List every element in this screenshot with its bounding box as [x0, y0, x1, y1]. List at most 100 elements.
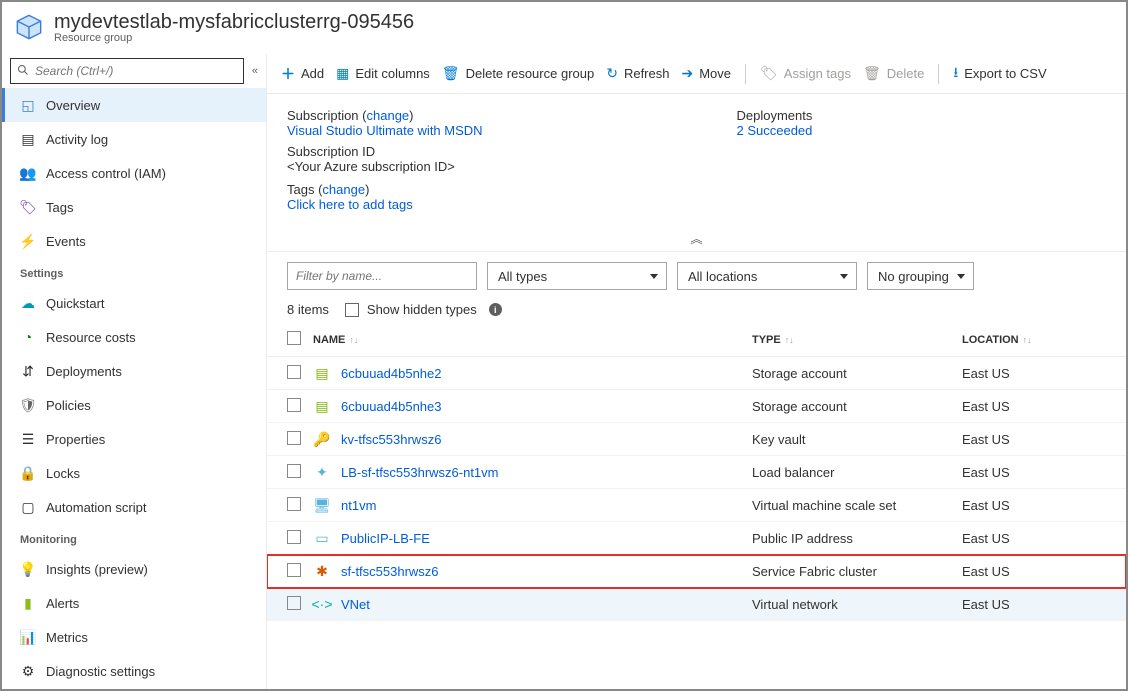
sidebar-item-label: Overview [46, 98, 100, 113]
resource-type: Storage account [746, 390, 956, 423]
col-type-header[interactable]: TYPE [752, 334, 781, 346]
select-all-checkbox[interactable] [287, 331, 301, 345]
table-row[interactable]: ✱sf-tfsc553hrwsz6Service Fabric clusterE… [267, 555, 1126, 588]
col-name-header[interactable]: NAME [313, 334, 345, 346]
table-row[interactable]: <·>VNetVirtual networkEast US [267, 588, 1126, 621]
log-icon: ▤ [20, 131, 36, 147]
add-tags-link[interactable]: Click here to add tags [287, 197, 413, 212]
cube-icon: ◱ [20, 97, 36, 113]
sidebar-collapse-button[interactable]: « [252, 65, 258, 77]
sidebar-section-header: Settings [2, 258, 266, 286]
item-count: 8 items [287, 302, 329, 317]
resource-link[interactable]: nt1vm [341, 498, 376, 513]
resource-location: East US [956, 357, 1126, 390]
assign-tags-button[interactable]: 🏷Assign tags [760, 65, 851, 82]
resource-link[interactable]: 6cbuuad4b5nhe3 [341, 399, 442, 414]
resource-type: Virtual network [746, 588, 956, 621]
sidebar-item-activity-log[interactable]: ▤ Activity log [2, 122, 266, 156]
table-row[interactable]: ▤6cbuuad4b5nhe2Storage accountEast US [267, 357, 1126, 390]
filter-locations-dropdown[interactable]: All locations [677, 262, 857, 290]
export-csv-button[interactable]: ⭳Export to CSV [953, 62, 1046, 86]
sidebar-item-automation-script[interactable]: ▢Automation script [2, 490, 266, 524]
table-row[interactable]: ▤ 6cbuuad4b5nhe3 Storage accountEast US [267, 390, 1126, 423]
sidebar-item-resource-costs[interactable]: ◔Resource costs [2, 320, 266, 354]
resource-link[interactable]: kv-tfsc553hrwsz6 [341, 432, 441, 447]
sidebar-item-quickstart[interactable]: ☁Quickstart [2, 286, 266, 320]
resource-location: East US [956, 588, 1126, 621]
key-icon: 🔑 [313, 430, 331, 448]
info-icon[interactable]: i [489, 303, 502, 316]
sidebar-item-label: Quickstart [46, 296, 105, 311]
row-checkbox[interactable] [287, 431, 301, 445]
sidebar-item-tags[interactable]: 🏷Tags [2, 190, 266, 224]
filter-row: All types All locations No grouping [267, 252, 1126, 296]
change-subscription-link[interactable]: change [367, 108, 410, 123]
resource-link[interactable]: LB-sf-tfsc553hrwsz6-nt1vm [341, 465, 499, 480]
sidebar: « ◱ Overview ▤ Activity log 👥Access control … [2, 54, 267, 689]
filter-types-dropdown[interactable]: All types [487, 262, 667, 290]
resource-type: Storage account [746, 357, 956, 390]
row-checkbox[interactable] [287, 596, 301, 610]
resource-type: Load balancer [746, 456, 956, 489]
resource-link[interactable]: 6cbuuad4b5nhe2 [341, 366, 442, 381]
resource-link[interactable]: sf-tfsc553hrwsz6 [341, 564, 439, 579]
edit-columns-button[interactable]: ▦Edit columns [336, 65, 430, 82]
sidebar-item-label: Metrics [46, 630, 88, 645]
row-checkbox[interactable] [287, 398, 301, 412]
toolbar: ＋Add ▦Edit columns 🗑Delete resource grou… [267, 54, 1126, 94]
sidebar-item-metrics[interactable]: 📊 Metrics [2, 620, 266, 654]
row-checkbox[interactable] [287, 563, 301, 577]
sidebar-item-overview[interactable]: ◱ Overview [2, 88, 266, 122]
sidebar-item-policies[interactable]: 🛡Policies [2, 388, 266, 422]
sidebar-item-label: Locks [46, 466, 80, 481]
page-header: mydevtestlab-mysfabricclusterrg-095456 R… [2, 2, 1126, 54]
sidebar-item-properties[interactable]: ☰Properties [2, 422, 266, 456]
sidebar-item-alerts[interactable]: ▮Alerts [2, 586, 266, 620]
resource-location: East US [956, 390, 1126, 423]
subscription-link[interactable]: Visual Studio Ultimate with MSDN [287, 123, 483, 138]
deployments-link[interactable]: 2 Succeeded [737, 123, 813, 138]
resource-type: Public IP address [746, 522, 956, 555]
sidebar-item-diagnostic-settings[interactable]: ⚙Diagnostic settings [2, 654, 266, 688]
row-checkbox[interactable] [287, 530, 301, 544]
resource-link[interactable]: PublicIP-LB-FE [341, 531, 430, 546]
sidebar-item-insights-preview-[interactable]: 💡Insights (preview) [2, 552, 266, 586]
delete-button[interactable]: 🗑Delete [863, 65, 924, 82]
col-location-header[interactable]: LOCATION [962, 334, 1019, 346]
table-row[interactable]: ▭PublicIP-LB-FEPublic IP addressEast US [267, 522, 1126, 555]
show-hidden-checkbox[interactable] [345, 303, 359, 317]
sidebar-item-locks[interactable]: 🔒Locks [2, 456, 266, 490]
sidebar-item-access-control-iam-[interactable]: 👥Access control (IAM) [2, 156, 266, 190]
metrics-icon: 📊 [20, 629, 36, 645]
move-button[interactable]: ➔Move [681, 65, 731, 82]
sidebar-item-deployments[interactable]: ⇵Deployments [2, 354, 266, 388]
vmss-icon: 🖥 [313, 496, 331, 514]
sidebar-item-label: Resource costs [46, 330, 136, 345]
sidebar-item-label: Activity log [46, 132, 108, 147]
sidebar-item-events[interactable]: ⚡Events [2, 224, 266, 258]
table-row[interactable]: 🖥nt1vmVirtual machine scale setEast US [267, 489, 1126, 522]
storage-icon: ▤ [313, 397, 331, 415]
row-checkbox[interactable] [287, 497, 301, 511]
sidebar-item-label: Diagnostic settings [46, 664, 155, 679]
table-row[interactable]: ✦LB-sf-tfsc553hrwsz6-nt1vmLoad balancerE… [267, 456, 1126, 489]
essentials-collapse-button[interactable]: ︽ [267, 226, 1126, 252]
refresh-button[interactable]: ↻Refresh [606, 65, 669, 82]
row-checkbox[interactable] [287, 464, 301, 478]
filter-name-input[interactable] [287, 262, 477, 290]
script-icon: ▢ [20, 499, 36, 515]
change-tags-link[interactable]: change [322, 182, 365, 197]
sidebar-search-input[interactable] [35, 64, 237, 78]
filter-grouping-dropdown[interactable]: No grouping [867, 262, 974, 290]
table-row[interactable]: 🔑kv-tfsc553hrwsz6Key vaultEast US [267, 423, 1126, 456]
resource-link[interactable]: VNet [341, 597, 370, 612]
deploy-icon: ⇵ [20, 363, 36, 379]
resource-type: Service Fabric cluster [746, 555, 956, 588]
sidebar-search[interactable] [10, 58, 244, 84]
row-checkbox[interactable] [287, 365, 301, 379]
resource-type: Virtual machine scale set [746, 489, 956, 522]
sidebar-item-label: Insights (preview) [46, 562, 148, 577]
page-title: mydevtestlab-mysfabricclusterrg-095456 [54, 11, 414, 34]
delete-resource-group-button[interactable]: 🗑Delete resource group [442, 65, 594, 82]
add-button[interactable]: ＋Add [281, 64, 324, 84]
